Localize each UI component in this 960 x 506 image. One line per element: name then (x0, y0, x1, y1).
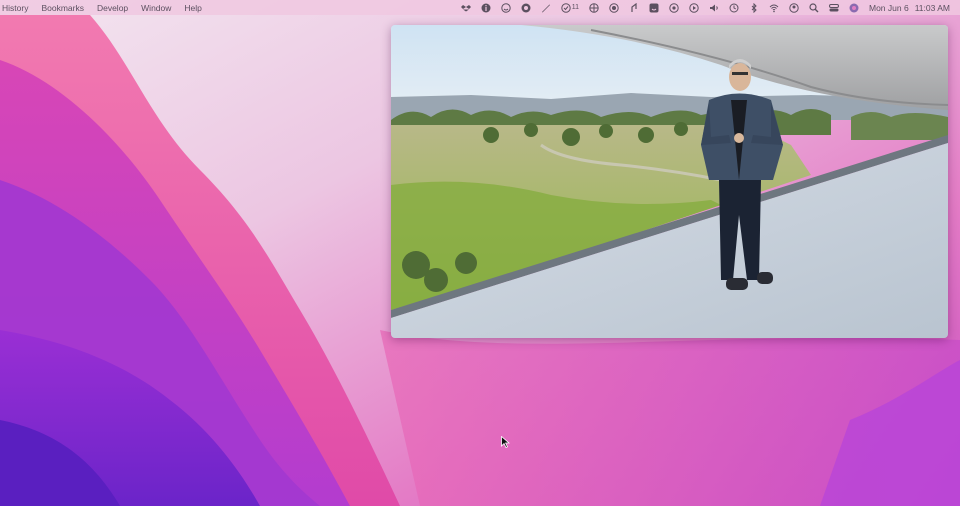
check-count: 11 (571, 4, 579, 11)
date-text: Mon Jun 6 (869, 2, 909, 13)
rec-icon[interactable] (669, 0, 679, 15)
status-area: 11 Mon Jun 6 11:03 AM (460, 0, 950, 15)
play-icon[interactable] (689, 0, 699, 15)
menu-bar: History Bookmarks Develop Window Help 11… (0, 0, 960, 15)
menu-help[interactable]: Help (184, 3, 201, 13)
pip-video-window[interactable] (391, 25, 948, 338)
info-icon[interactable] (481, 0, 491, 15)
github-icon[interactable] (521, 0, 531, 15)
face-icon[interactable] (501, 0, 511, 15)
share-icon[interactable] (629, 0, 639, 15)
video-frame (391, 25, 948, 338)
history-icon[interactable] (729, 0, 739, 15)
dropbox-icon[interactable] (460, 0, 471, 15)
control-center-icon[interactable] (829, 0, 839, 15)
app-menu: History Bookmarks Develop Window Help (0, 3, 215, 13)
user-icon[interactable] (789, 0, 799, 15)
bluetooth-icon[interactable] (749, 0, 759, 15)
menu-history[interactable]: History (2, 3, 28, 13)
siri-icon[interactable] (849, 0, 859, 15)
pen-icon[interactable] (541, 0, 551, 15)
menu-develop[interactable]: Develop (97, 3, 128, 13)
finder-icon[interactable] (649, 0, 659, 15)
grid-icon[interactable] (589, 0, 599, 15)
mouse-cursor-icon (501, 436, 510, 448)
check-icon[interactable]: 11 (561, 0, 579, 15)
time-text: 11:03 AM (914, 2, 950, 13)
volume-icon[interactable] (709, 0, 719, 15)
menu-window[interactable]: Window (141, 3, 171, 13)
menu-clock[interactable]: Mon Jun 6 11:03 AM (869, 3, 950, 13)
wifi-icon[interactable] (769, 0, 779, 15)
record-icon[interactable] (609, 0, 619, 15)
search-icon[interactable] (809, 0, 819, 15)
menu-bookmarks[interactable]: Bookmarks (41, 3, 84, 13)
